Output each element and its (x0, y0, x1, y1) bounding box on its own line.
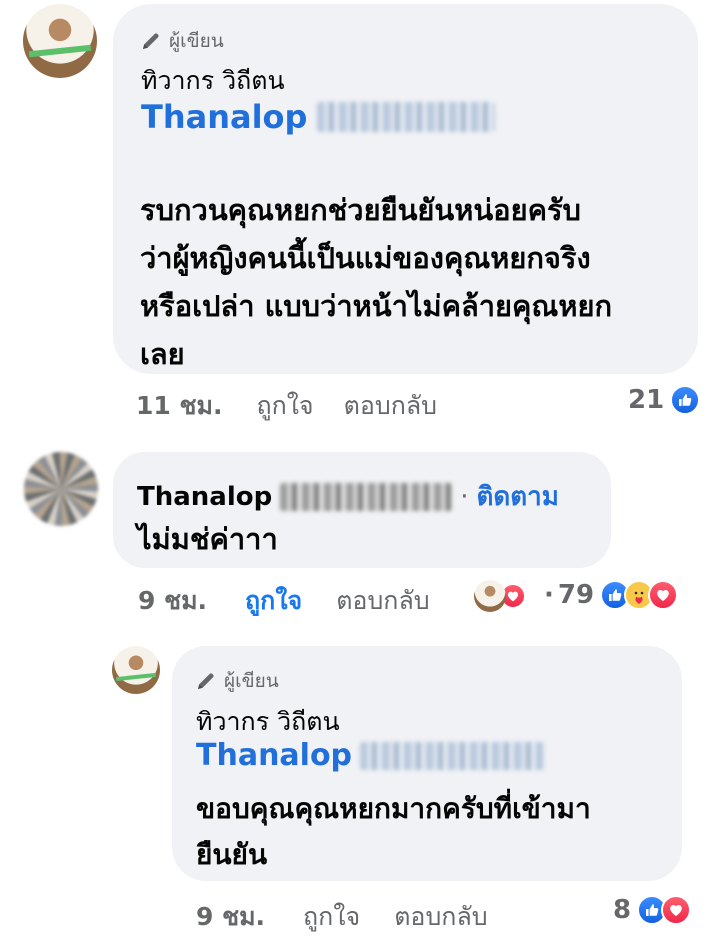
blurred-surname (360, 741, 545, 770)
reaction-count: 21 (628, 385, 665, 415)
comment-actions: 9 ชม. ถูกใจ ตอบกลับ (196, 897, 488, 937)
separator-dot: · (460, 481, 469, 512)
author-name[interactable]: ทิวากร วิถีตน (141, 61, 285, 101)
commenter-name[interactable]: Thanalop (137, 482, 272, 512)
reaction-count: 8 (613, 895, 632, 925)
shirt-print (28, 44, 92, 58)
timestamp[interactable]: 9 ชม. (196, 897, 265, 937)
reply-link[interactable]: ตอบกลับ (394, 897, 487, 937)
author-badge: ผู้เขียน (196, 666, 279, 696)
comment-text: รบกวนคุณหยกช่วยยืนยันหน่อยครับ ว่าผู้หญิ… (140, 193, 613, 371)
author-badge: ผู้เขียน (141, 26, 224, 56)
reaction-summary[interactable]: 8 (613, 895, 692, 925)
comment-text: ไม่มช่ค่าาา (137, 522, 278, 556)
pencil-icon (196, 671, 216, 691)
reaction-count: 79 (557, 580, 595, 610)
timestamp[interactable]: 11 ชม. (136, 386, 222, 426)
separator-dot: · (544, 580, 554, 610)
follow-link[interactable]: ติดตาม (477, 476, 559, 517)
mention-link[interactable]: Thanalop (141, 98, 496, 136)
like-link[interactable]: ถูกใจ (303, 897, 360, 937)
commenter-avatar[interactable] (24, 452, 98, 526)
heart-reaction-icon (648, 580, 679, 610)
pencil-icon (141, 31, 161, 51)
like-link[interactable]: ถูกใจ (256, 386, 313, 426)
like-link[interactable]: ถูกใจ (245, 581, 302, 621)
reaction-summary[interactable]: 21 (628, 385, 701, 415)
author-reacted-indicator[interactable] (474, 580, 526, 612)
blurred-surname (317, 102, 496, 132)
reply-link[interactable]: ตอบกลับ (344, 386, 437, 426)
blurred-surname (280, 482, 453, 511)
comment-bubble: Thanalop · ติดตาม ไม่มช่ค่าาา (113, 452, 611, 568)
reply-bubble: ผู้เขียน ทิวากร วิถีตน Thanalop ขอบคุณคุ… (172, 646, 682, 881)
shirt-print (115, 672, 157, 682)
author-avatar[interactable] (23, 4, 97, 78)
comment-actions: 11 ชม. ถูกใจ ตอบกลับ (136, 386, 437, 426)
comment-bubble: ผู้เขียน ทิวากร วิถีตน Thanalop รบกวนคุณ… (113, 4, 698, 374)
like-reaction-icon (670, 385, 701, 415)
comment-actions: 9 ชม. ถูกใจ ตอบกลับ (138, 581, 430, 621)
author-mini-avatar (474, 580, 506, 612)
commenter-header: Thanalop · ติดตาม (137, 476, 559, 517)
author-avatar[interactable] (112, 646, 160, 694)
author-name[interactable]: ทิวากร วิถีตน (196, 702, 340, 742)
timestamp[interactable]: 9 ชม. (138, 581, 207, 621)
reaction-summary[interactable]: · 79 (544, 580, 679, 610)
mention-link[interactable]: Thanalop (196, 738, 545, 773)
reply-link[interactable]: ตอบกลับ (336, 581, 429, 621)
heart-reaction-icon (661, 895, 692, 925)
comment-text: ขอบคุณคุณหยกมากครับที่เข้ามา ยืนยัน (196, 792, 591, 871)
